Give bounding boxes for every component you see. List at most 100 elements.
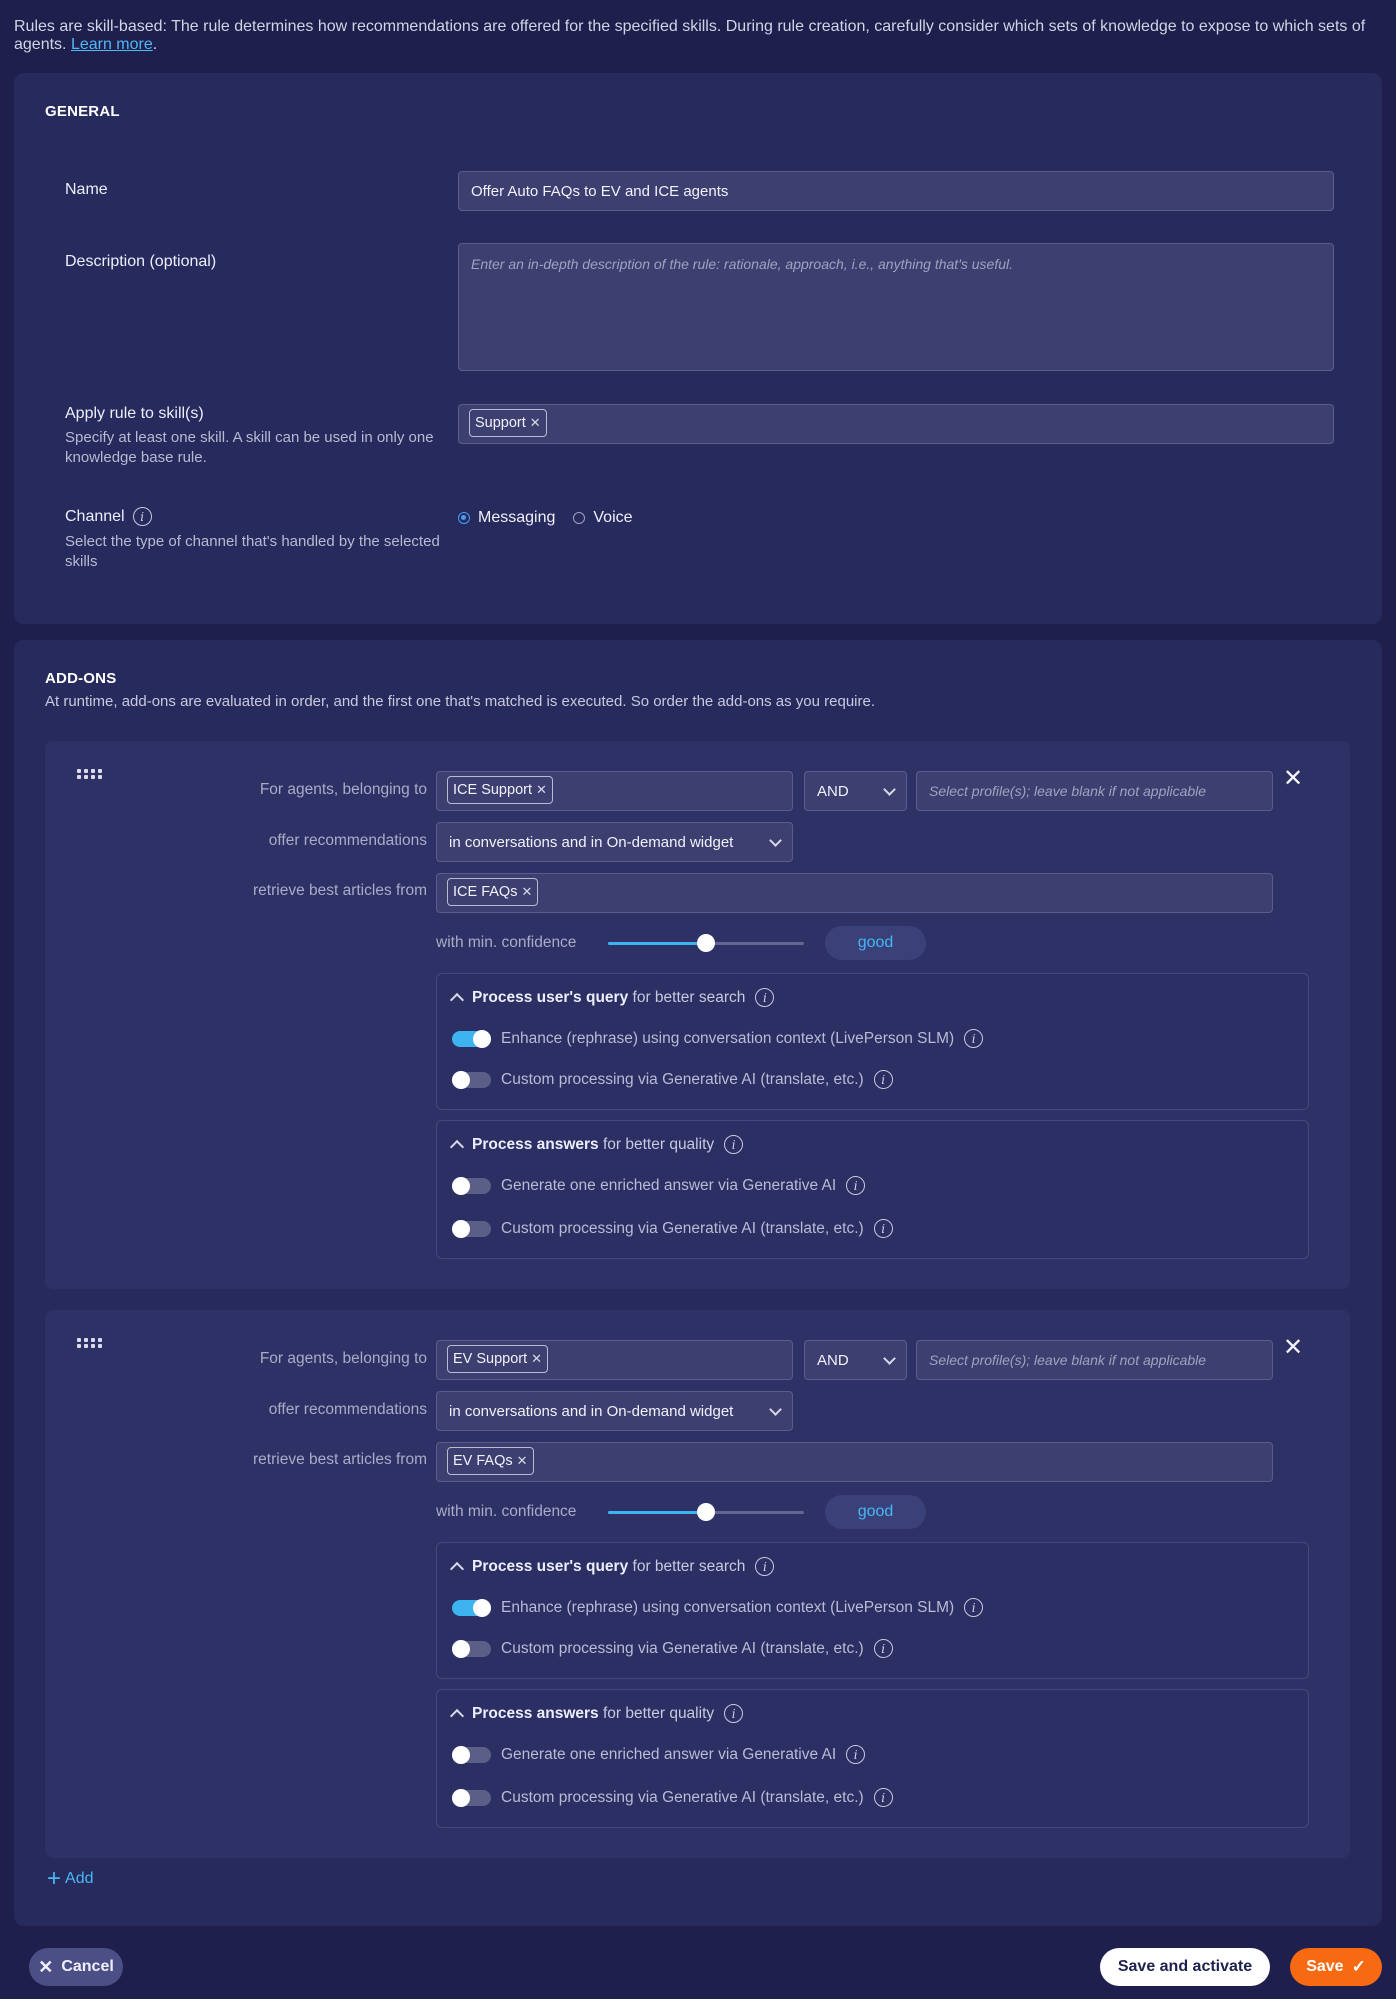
info-icon[interactable]: i: [873, 1788, 893, 1807]
enhance-toggle[interactable]: [452, 1598, 491, 1617]
description-label: Description (optional): [65, 253, 217, 270]
remove-chip-icon[interactable]: ✕: [536, 782, 547, 798]
add-addon-button[interactable]: + Add: [47, 1867, 93, 1891]
chevron-down-icon: [883, 1351, 896, 1365]
info-icon[interactable]: i: [964, 1029, 984, 1048]
query-processing-header[interactable]: Process user's query for better search i: [449, 988, 775, 1008]
confidence-slider-fill: [608, 942, 706, 945]
profile-placeholder: Select profile(s); leave blank if not ap…: [929, 783, 1207, 799]
custom-answer-toggle[interactable]: [452, 1219, 491, 1238]
confidence-slider[interactable]: [608, 934, 804, 952]
chevron-up-icon[interactable]: [449, 1139, 465, 1155]
answer-processing-title: Process answers: [472, 1135, 599, 1153]
info-icon[interactable]: i: [132, 507, 152, 526]
cancel-button[interactable]: ✕ Cancel: [29, 1948, 123, 1986]
offer-value: in conversations and in On-demand widget: [449, 833, 734, 851]
learn-more-link[interactable]: Learn more: [71, 36, 153, 53]
remove-chip-icon[interactable]: ✕: [530, 415, 541, 431]
close-icon[interactable]: ✕: [1283, 1336, 1303, 1360]
agent-skill-field[interactable]: EV Support ✕: [436, 1340, 793, 1380]
info-icon[interactable]: i: [755, 988, 775, 1007]
general-panel: GENERAL Name Offer Auto FAQs to EV and I…: [14, 73, 1382, 624]
agent-skill-chip-label: EV Support: [453, 1351, 528, 1367]
operator-select[interactable]: AND: [804, 771, 907, 811]
query-processing-suffix: for better search: [632, 988, 746, 1006]
info-icon[interactable]: i: [873, 1219, 893, 1238]
custom-answer-label: Custom processing via Generative AI (tra…: [501, 1219, 864, 1237]
operator-value: AND: [817, 782, 849, 800]
retrieve-label: retrieve best articles from: [253, 882, 427, 899]
drag-handle-icon[interactable]: [77, 769, 103, 781]
agent-skill-field[interactable]: ICE Support ✕: [436, 771, 793, 811]
agent-skill-chip-label: ICE Support: [453, 782, 532, 798]
skill-chip: Support ✕: [469, 409, 547, 437]
enriched-row: Generate one enriched answer via Generat…: [452, 1745, 866, 1764]
radio-voice[interactable]: [573, 512, 586, 524]
custom-answer-label: Custom processing via Generative AI (tra…: [501, 1788, 864, 1806]
name-value: Offer Auto FAQs to EV and ICE agents: [471, 182, 729, 200]
enriched-toggle[interactable]: [452, 1176, 491, 1195]
offer-label: offer recommendations: [268, 832, 427, 849]
kb-chip: EV FAQs ✕: [447, 1447, 534, 1475]
operator-select[interactable]: AND: [804, 1340, 907, 1380]
custom-answer-toggle[interactable]: [452, 1788, 491, 1807]
remove-chip-icon[interactable]: ✕: [517, 1453, 528, 1469]
drag-handle-icon[interactable]: [77, 1338, 103, 1350]
answer-processing-title: Process answers: [472, 1704, 599, 1722]
enriched-toggle[interactable]: [452, 1745, 491, 1764]
info-icon[interactable]: i: [846, 1176, 866, 1195]
chevron-down-icon: [769, 833, 782, 847]
profile-select[interactable]: Select profile(s); leave blank if not ap…: [916, 771, 1273, 811]
profile-placeholder: Select profile(s); leave blank if not ap…: [929, 1352, 1207, 1368]
offer-select[interactable]: in conversations and in On-demand widget: [436, 1391, 793, 1431]
remove-chip-icon[interactable]: ✕: [521, 884, 532, 900]
close-icon: ✕: [38, 1956, 54, 1977]
save-button[interactable]: Save ✓: [1290, 1948, 1382, 1986]
kb-field[interactable]: ICE FAQs ✕: [436, 873, 1273, 913]
save-and-activate-button[interactable]: Save and activate: [1100, 1948, 1270, 1986]
description-field[interactable]: Enter an in-depth description of the rul…: [458, 243, 1334, 371]
info-icon[interactable]: i: [964, 1598, 984, 1617]
confidence-slider-thumb[interactable]: [697, 934, 715, 952]
radio-messaging-label: Messaging: [478, 509, 556, 526]
info-icon[interactable]: i: [873, 1639, 893, 1658]
agents-label: For agents, belonging to: [259, 1350, 427, 1367]
offer-select[interactable]: in conversations and in On-demand widget: [436, 822, 793, 862]
confidence-slider-thumb[interactable]: [697, 1503, 715, 1521]
chevron-up-icon[interactable]: [449, 1708, 465, 1724]
skill-chip-label: Support: [475, 415, 526, 431]
custom-query-toggle[interactable]: [452, 1639, 491, 1658]
remove-chip-icon[interactable]: ✕: [531, 1351, 542, 1367]
info-icon[interactable]: i: [873, 1070, 893, 1089]
query-processing-header[interactable]: Process user's query for better search i: [449, 1557, 775, 1577]
profile-select[interactable]: Select profile(s); leave blank if not ap…: [916, 1340, 1273, 1380]
enhance-label: Enhance (rephrase) using conversation co…: [501, 1029, 955, 1047]
info-icon[interactable]: i: [724, 1704, 744, 1723]
info-icon[interactable]: i: [755, 1557, 775, 1576]
chevron-down-icon: [883, 782, 896, 796]
kb-field[interactable]: EV FAQs ✕: [436, 1442, 1273, 1482]
skills-field[interactable]: Support ✕: [458, 404, 1334, 444]
info-icon[interactable]: i: [724, 1135, 744, 1154]
chevron-up-icon[interactable]: [449, 992, 465, 1008]
confidence-slider[interactable]: [608, 1503, 804, 1521]
chevron-up-icon[interactable]: [449, 1561, 465, 1577]
answer-processing-header[interactable]: Process answers for better quality i: [449, 1135, 744, 1155]
answer-processing-header[interactable]: Process answers for better quality i: [449, 1704, 744, 1724]
query-processing-title: Process user's query: [472, 988, 629, 1006]
close-icon[interactable]: ✕: [1283, 767, 1303, 791]
enhance-toggle[interactable]: [452, 1029, 491, 1048]
custom-query-row: Custom processing via Generative AI (tra…: [452, 1070, 893, 1089]
custom-query-toggle[interactable]: [452, 1070, 491, 1089]
addon-card: For agents, belonging to ICE Support ✕ A…: [45, 741, 1350, 1289]
channel-hint: Select the type of channel that's handle…: [65, 533, 440, 570]
custom-answer-row: Custom processing via Generative AI (tra…: [452, 1788, 893, 1807]
name-field[interactable]: Offer Auto FAQs to EV and ICE agents: [458, 171, 1334, 211]
general-title: GENERAL: [45, 103, 120, 120]
query-processing-title: Process user's query: [472, 1557, 629, 1575]
info-icon[interactable]: i: [846, 1745, 866, 1764]
addons-panel: ADD-ONS At runtime, add-ons are evaluate…: [14, 640, 1382, 1926]
radio-messaging[interactable]: [458, 512, 470, 524]
offer-value: in conversations and in On-demand widget: [449, 1402, 734, 1420]
confidence-value-badge: good: [825, 1495, 926, 1529]
